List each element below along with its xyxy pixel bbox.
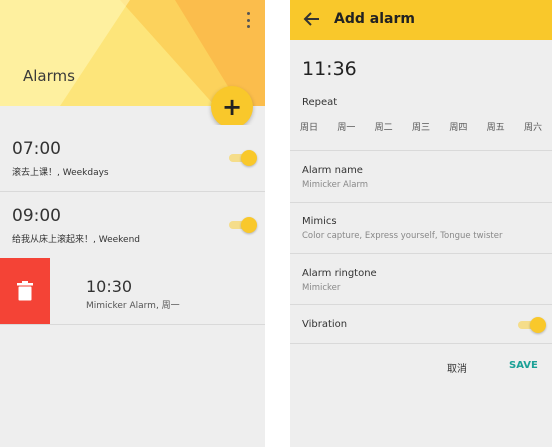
add-alarm-button[interactable]: + [211, 86, 253, 128]
day-toggle-sun[interactable]: 周日 [300, 120, 318, 133]
trash-icon [17, 281, 33, 301]
overflow-menu-icon[interactable] [242, 12, 254, 28]
ringtone-value: Mimicker [302, 283, 341, 293]
page-title: Add alarm [334, 11, 415, 27]
delete-button[interactable] [0, 258, 50, 324]
day-toggle-tue[interactable]: 周二 [375, 120, 393, 133]
alarm-subtitle: 给我从床上滚起来！, Weekend [12, 235, 141, 245]
alarm-time: 07:00 [12, 139, 61, 159]
mimics-label: Mimics [302, 216, 337, 227]
alarm-name-value: Mimicker Alarm [302, 180, 369, 190]
alarm-toggle[interactable] [229, 217, 257, 233]
alarm-list-item[interactable]: 09:00 给我从床上滚起来！, Weekend [0, 192, 265, 259]
repeat-label: Repeat [302, 97, 338, 108]
save-button[interactable]: SAVE [509, 360, 538, 371]
divider [290, 304, 552, 305]
divider [290, 150, 552, 151]
divider [290, 343, 552, 344]
alarm-list-item[interactable]: 07:00 滚去上课！, Weekdays [0, 125, 265, 192]
ringtone-label: Alarm ringtone [302, 268, 377, 279]
alarm-subtitle: 滚去上课！, Weekdays [12, 168, 109, 178]
alarm-list-item-swiped[interactable]: 10:30 Mimicker Alarm, 周一 [0, 258, 265, 325]
alarm-time-picker[interactable]: 11:36 [302, 58, 357, 80]
cancel-button[interactable]: 取消 [447, 360, 467, 375]
page-title: Alarms [23, 67, 75, 85]
day-toggle-sat[interactable]: 周六 [524, 120, 542, 133]
mimics-value: Color capture, Express yourself, Tongue … [302, 231, 503, 241]
day-toggle-mon[interactable]: 周一 [337, 120, 355, 133]
back-arrow-icon[interactable] [302, 9, 322, 29]
divider [290, 202, 552, 203]
repeat-days: 周日 周一 周二 周三 周四 周五 周六 [290, 120, 552, 133]
vibration-toggle[interactable] [518, 317, 546, 333]
day-toggle-wed[interactable]: 周三 [412, 120, 430, 133]
divider [290, 253, 552, 254]
plus-icon: + [221, 93, 243, 121]
alarm-toggle[interactable] [229, 150, 257, 166]
day-toggle-fri[interactable]: 周五 [487, 120, 505, 133]
alarm-time: 10:30 [86, 277, 133, 296]
alarm-subtitle: Mimicker Alarm, 周一 [86, 301, 180, 311]
alarm-name-label: Alarm name [302, 165, 363, 176]
add-alarm-screen: Add alarm 11:36 Repeat 周日 周一 周二 周三 周四 周五… [290, 0, 552, 447]
alarms-screen: Alarms + 07:00 滚去上课！, Weekdays 09:00 给我从… [0, 0, 265, 447]
day-toggle-thu[interactable]: 周四 [449, 120, 467, 133]
app-bar: Add alarm [290, 0, 552, 40]
alarm-time: 09:00 [12, 206, 61, 226]
screen-gap [265, 0, 290, 447]
vibration-label: Vibration [302, 319, 348, 330]
